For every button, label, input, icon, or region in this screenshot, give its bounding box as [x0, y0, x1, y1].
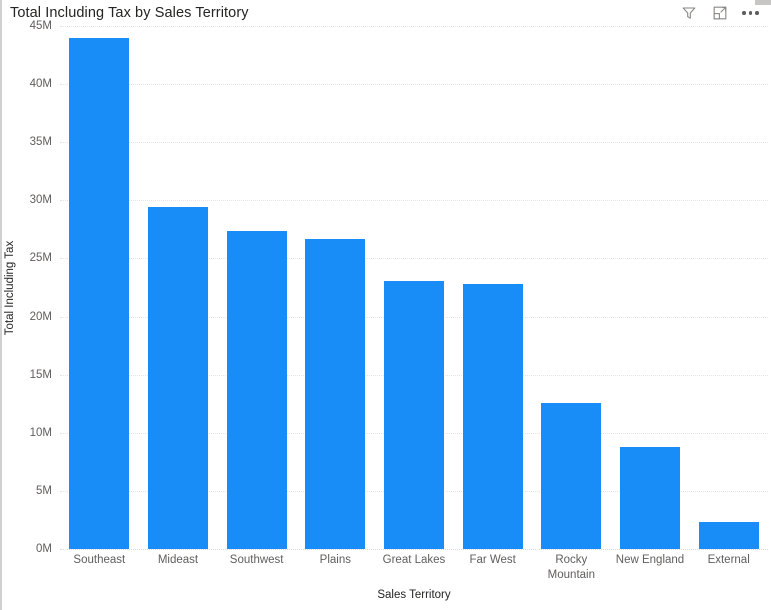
- y-axis-tick-label: 5M: [36, 484, 52, 497]
- y-axis-tick-label: 40M: [29, 78, 52, 91]
- more-options-icon[interactable]: [742, 5, 759, 22]
- x-axis-tick-label[interactable]: Far West: [453, 553, 532, 568]
- more-options-dot: [742, 11, 746, 15]
- plot-area: [60, 26, 768, 550]
- more-options-dot: [748, 11, 753, 15]
- x-axis-tick-label[interactable]: Mideast: [139, 553, 218, 568]
- bar-chart-visual: Total Including Tax by Sales Territory T…: [0, 0, 771, 610]
- gridline: [60, 549, 768, 550]
- bar[interactable]: [305, 238, 366, 549]
- x-axis-tick-label[interactable]: Rocky Mountain: [532, 553, 611, 583]
- visual-header-actions: [680, 5, 763, 22]
- bar-slot: [217, 26, 296, 549]
- y-axis-tick-label: 25M: [29, 252, 52, 265]
- y-axis-title: Total Including Tax: [2, 26, 18, 549]
- y-axis-tick-labels: 0M 5M 10M 15M 20M 25M 30M 35M 40M 45M: [18, 20, 58, 555]
- bar[interactable]: [541, 402, 602, 549]
- bar[interactable]: [462, 284, 523, 549]
- page-title: Total Including Tax by Sales Territory: [10, 5, 249, 21]
- bar[interactable]: [226, 230, 287, 549]
- bar-slot: [375, 26, 454, 549]
- bar[interactable]: [69, 37, 130, 549]
- focus-mode-icon[interactable]: [711, 5, 728, 22]
- more-options-dot: [755, 11, 759, 15]
- x-axis-title: Sales Territory: [377, 589, 451, 601]
- x-axis-tick-label[interactable]: Southwest: [217, 553, 296, 568]
- bar-slot: [60, 26, 139, 549]
- y-axis-tick-label: 20M: [29, 310, 52, 323]
- x-axis-tick-label[interactable]: Plains: [296, 553, 375, 568]
- filter-icon[interactable]: [680, 5, 697, 22]
- visual-header: Total Including Tax by Sales Territory: [2, 0, 771, 26]
- y-axis-tick-label: 15M: [29, 368, 52, 381]
- x-axis-tick-label[interactable]: Great Lakes: [375, 553, 454, 568]
- bars-layer: [60, 26, 768, 549]
- bar[interactable]: [698, 522, 759, 549]
- bar[interactable]: [383, 280, 444, 549]
- bar[interactable]: [619, 446, 680, 549]
- bar[interactable]: [147, 207, 208, 549]
- bar-slot: [453, 26, 532, 549]
- x-axis-tick-labels: Southeast Mideast Southwest Plains Great Lak…: [60, 553, 768, 589]
- y-axis-tick-label: 45M: [29, 20, 52, 32]
- bar-slot: [689, 26, 768, 549]
- y-axis-tick-label: 30M: [29, 194, 52, 207]
- x-axis-tick-label[interactable]: New England: [611, 553, 690, 568]
- bar-slot: [139, 26, 218, 549]
- y-axis-tick-label: 10M: [29, 426, 52, 439]
- bar-slot: [532, 26, 611, 549]
- x-axis-tick-label[interactable]: Southeast: [60, 553, 139, 568]
- y-axis-title-label: Total Including Tax: [4, 240, 16, 335]
- bar-slot: [611, 26, 690, 549]
- x-axis-tick-label[interactable]: External: [689, 553, 768, 568]
- y-axis-tick-label: 35M: [29, 136, 52, 149]
- bar-slot: [296, 26, 375, 549]
- y-axis-tick-label: 0M: [36, 543, 52, 555]
- plot-wrap: Total Including Tax 0M 5M 10M 15M 20M 25M 30M 3…: [2, 20, 771, 610]
